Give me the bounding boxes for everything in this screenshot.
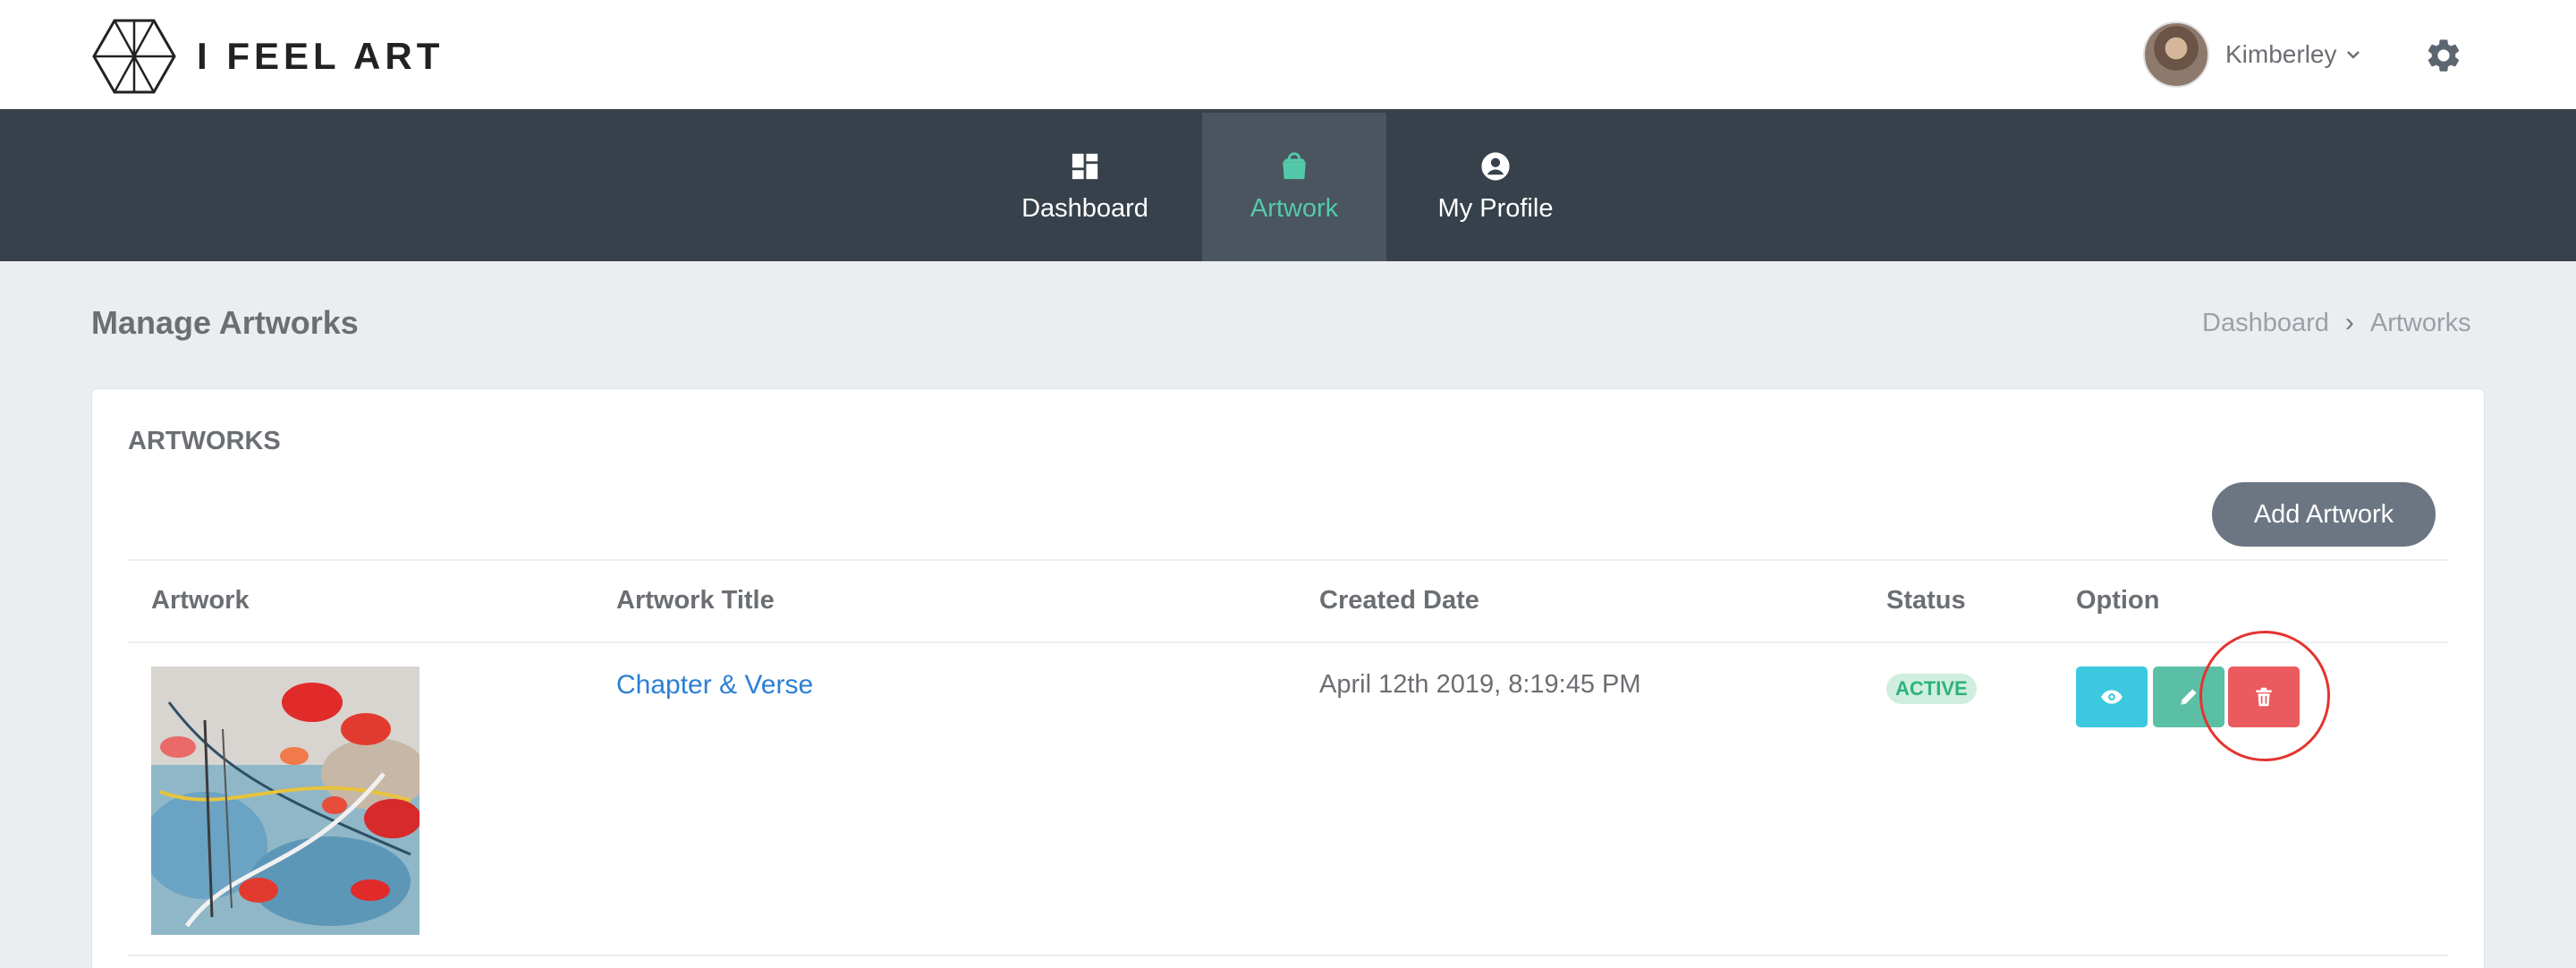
artworks-card: ARTWORKS Add Artwork Artwork Artwork Tit… [91, 388, 2485, 968]
user-circle-icon [1481, 151, 1510, 181]
column-header-created-date: Created Date [1319, 586, 1479, 615]
artwork-image [151, 667, 419, 935]
column-header-status: Status [1886, 586, 1966, 615]
breadcrumb: Dashboard › Artworks [2202, 308, 2471, 338]
status-badge: ACTIVE [1886, 674, 1977, 704]
created-date: April 12th 2019, 8:19:45 PM [1319, 670, 1641, 699]
breadcrumb-current: Artworks [2369, 308, 2471, 337]
eye-icon [2101, 690, 2123, 704]
nav-item-label: My Profile [1437, 193, 1554, 223]
nav-item-dashboard[interactable]: Dashboard [1002, 113, 1168, 261]
logo-icon [92, 19, 176, 94]
table-divider [128, 559, 2448, 561]
nav-item-label: Dashboard [1021, 193, 1148, 223]
artwork-thumbnail[interactable] [151, 667, 419, 935]
pencil-icon [2181, 689, 2197, 705]
artwork-title-link[interactable]: Chapter & Verse [616, 670, 813, 701]
dashboard-icon [1072, 153, 1098, 179]
user-name[interactable]: Kimberley [2225, 40, 2336, 69]
breadcrumb-dashboard-link[interactable]: Dashboard [2202, 309, 2329, 338]
gear-icon[interactable] [2424, 36, 2463, 75]
column-header-option: Option [2076, 586, 2160, 615]
user-menu[interactable]: Kimberley [2143, 21, 2361, 88]
nav-item-artwork[interactable]: Artwork [1202, 113, 1386, 261]
card-title: ARTWORKS [128, 427, 281, 455]
brand-logo[interactable]: I FEEL ART [91, 18, 444, 95]
page-title: Manage Artworks [91, 304, 359, 341]
avatar[interactable] [2143, 21, 2209, 88]
nav-item-my-profile[interactable]: My Profile [1406, 113, 1585, 261]
table-header-divider [128, 641, 2448, 643]
view-button[interactable] [2076, 667, 2148, 727]
brand-name: I FEEL ART [197, 35, 445, 77]
chevron-right-icon: › [2344, 308, 2354, 337]
main-nav: Dashboard Artwork My Profile [0, 109, 2576, 261]
row-divider [128, 955, 2448, 956]
shopping-bag-icon [1283, 152, 1306, 179]
add-artwork-button[interactable]: Add Artwork [2212, 482, 2436, 547]
highlight-circle [2199, 631, 2330, 761]
column-header-artwork: Artwork [151, 586, 250, 615]
column-header-title: Artwork Title [616, 586, 775, 615]
chevron-down-icon[interactable] [2345, 47, 2361, 63]
nav-item-label: Artwork [1250, 193, 1339, 223]
top-header: I FEEL ART Kimberley [0, 0, 2576, 109]
